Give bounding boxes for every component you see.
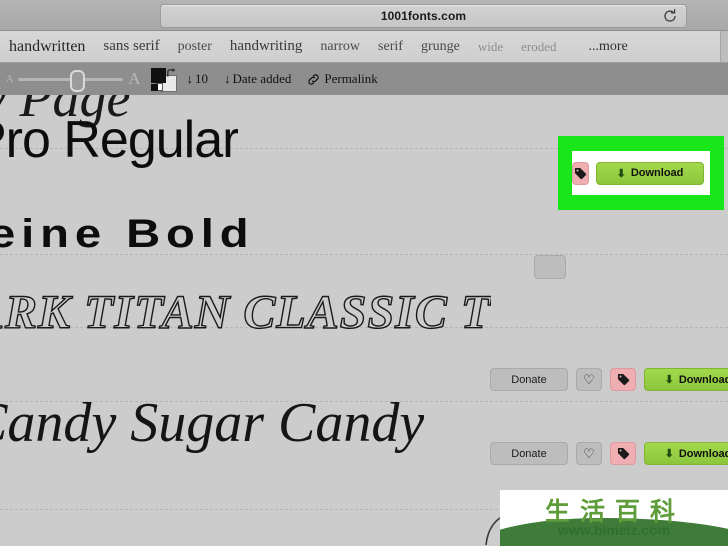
color-swatch-icon[interactable] [150, 66, 177, 92]
tag-poster[interactable]: poster [169, 39, 221, 55]
obscured-button[interactable] [534, 255, 566, 279]
font-preview-leine-bold[interactable]: leine Bold [0, 212, 255, 257]
default-colors-fg-icon[interactable] [150, 84, 158, 91]
font-preview-pro-regular[interactable]: Pro Regular [0, 110, 238, 170]
font-row-actions: Donate ♡ ⬇ Download [490, 368, 728, 391]
donate-button[interactable]: Donate [490, 368, 568, 391]
per-page-control[interactable]: ↓ 10 [187, 71, 209, 87]
favorite-heart-icon[interactable]: ♡ [576, 368, 602, 391]
highlight-callout-box: ⬇ Download [558, 136, 724, 210]
font-preview-dark-titan-classic[interactable]: ARK TITAN CLASSIC T [0, 285, 491, 340]
permalink-control[interactable]: Permalink [307, 71, 378, 87]
font-preview-candy-sugar-candy[interactable]: Candy Sugar Candy [0, 391, 424, 455]
font-size-slider[interactable] [18, 70, 124, 92]
highlight-callout-inner: ⬇ Download [572, 151, 710, 195]
watermark-url: www.bimeiz.com [557, 522, 671, 538]
preview-control-bar: A A ↓ 10 ↓ Date added Permalink [0, 63, 728, 96]
font-row-actions: Donate ♡ ⬇ Download [490, 442, 728, 465]
download-button-label: Download [630, 167, 684, 179]
foreground-color-swatch[interactable] [150, 68, 166, 83]
watermark: 生活百科 www.bimeiz.com [500, 490, 728, 546]
swap-colors-icon[interactable] [166, 66, 177, 77]
tag-handwritten[interactable]: handwritten [0, 38, 94, 56]
download-button-highlighted[interactable]: ⬇ Download [596, 161, 704, 185]
screenshot-root: 1001fonts.com handwritten sans serif pos… [0, 0, 728, 546]
category-tag-bar: handwritten sans serif poster handwritin… [0, 31, 728, 63]
tag-more-link[interactable]: ...more [579, 39, 636, 55]
tagbar-scrollbar[interactable] [720, 31, 728, 62]
download-button-label: Download [678, 447, 728, 460]
tag-grunge[interactable]: grunge [412, 39, 469, 55]
permalink-label: Permalink [324, 71, 378, 86]
download-button[interactable]: ⬇ Download [644, 368, 728, 391]
address-bar[interactable]: 1001fonts.com [160, 4, 687, 28]
per-page-arrow-icon: ↓ [186, 71, 194, 86]
sort-arrow-icon: ↓ [224, 71, 231, 86]
download-button-label: Download [678, 373, 728, 386]
tag-icon[interactable] [610, 442, 636, 465]
download-button[interactable]: ⬇ Download [644, 442, 728, 465]
favorite-heart-icon[interactable]: ♡ [576, 442, 602, 465]
sort-label: Date added [232, 71, 292, 86]
font-size-small-label: A [6, 73, 14, 85]
tag-icon[interactable] [572, 161, 589, 185]
browser-chrome: 1001fonts.com [0, 0, 728, 31]
address-bar-url: 1001fonts.com [380, 9, 467, 23]
tag-icon[interactable] [610, 368, 636, 391]
tag-handwriting[interactable]: handwriting [221, 38, 312, 55]
tag-serif[interactable]: serif [369, 39, 412, 55]
download-arrow-icon: ⬇ [664, 374, 674, 386]
reload-icon[interactable] [662, 8, 678, 24]
donate-button[interactable]: Donate [490, 442, 568, 465]
per-page-label: 10 [195, 71, 209, 86]
tag-wide[interactable]: wide [469, 39, 512, 55]
link-icon [307, 73, 320, 86]
font-size-large-label: A [128, 69, 141, 88]
download-arrow-icon: ⬇ [616, 167, 626, 180]
tag-narrow[interactable]: narrow [311, 39, 369, 55]
slider-thumb[interactable] [70, 70, 86, 92]
tag-eroded[interactable]: eroded [512, 39, 565, 55]
tag-sans-serif[interactable]: sans serif [94, 38, 168, 55]
download-arrow-icon: ⬇ [664, 448, 674, 460]
sort-control[interactable]: ↓ Date added [224, 71, 291, 87]
